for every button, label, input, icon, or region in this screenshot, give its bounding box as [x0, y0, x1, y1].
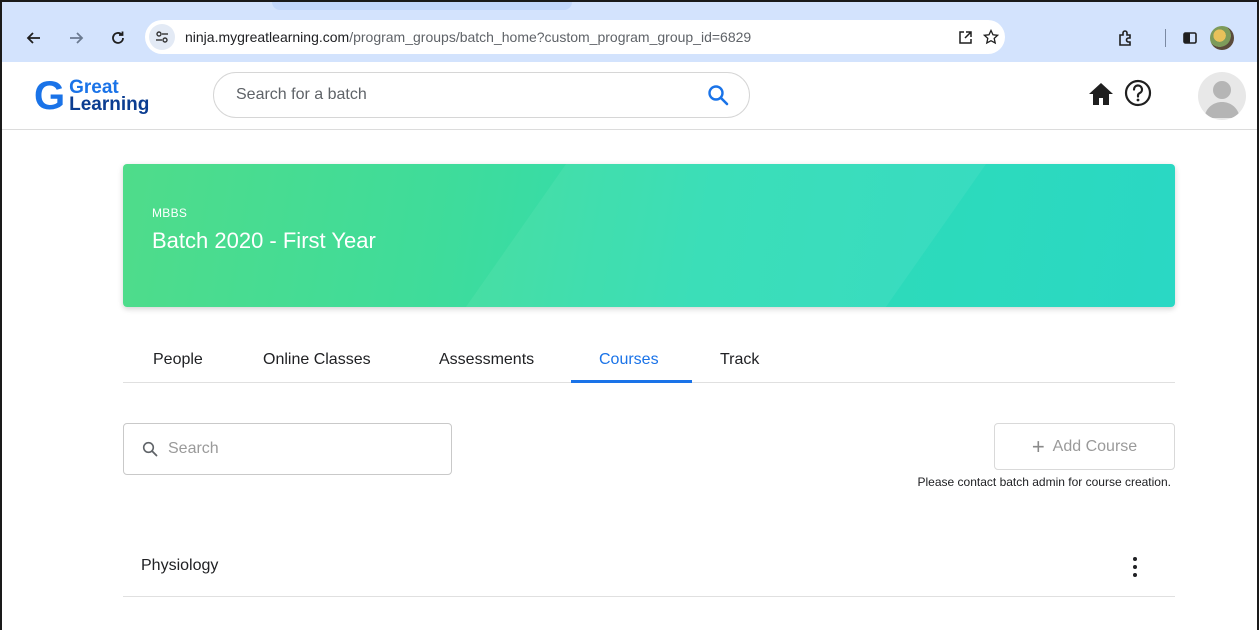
browser-profile-avatar[interactable]	[1210, 26, 1234, 50]
url-host: ninja.mygreatlearning.com	[185, 29, 350, 45]
more-vertical-icon-dot	[1133, 557, 1137, 561]
more-vertical-icon-dot	[1133, 573, 1137, 577]
bookmark-button[interactable]	[981, 27, 1001, 47]
search-icon	[142, 441, 158, 457]
banner-decoration	[397, 164, 1029, 307]
share-icon	[958, 30, 972, 44]
tab-online-classes[interactable]: Online Classes	[263, 342, 371, 383]
add-course-label: Add Course	[1052, 437, 1138, 455]
course-search-box	[123, 423, 452, 475]
more-vertical-icon-dot	[1133, 565, 1137, 569]
batch-search-button[interactable]	[707, 84, 729, 111]
url-path: /program_groups/batch_home?custom_progra…	[349, 29, 752, 45]
batch-search-box	[213, 72, 750, 118]
forward-button[interactable]	[64, 26, 88, 50]
reload-icon	[112, 31, 124, 44]
tune-icon	[156, 31, 168, 43]
batch-banner: MBBS Batch 2020 - First Year	[123, 164, 1175, 307]
back-arrow-icon	[26, 32, 40, 44]
toolbar-divider	[1165, 29, 1166, 47]
browser-toolbar: ninja.mygreatlearning.com/program_groups…	[2, 2, 1257, 62]
puzzle-icon	[1119, 30, 1131, 46]
help-circle-icon	[1124, 79, 1152, 107]
course-name: Physiology	[141, 557, 219, 574]
batch-search-input[interactable]	[236, 86, 676, 104]
search-icon	[708, 85, 729, 106]
help-button[interactable]	[1123, 78, 1153, 108]
star-icon	[983, 29, 999, 45]
logo-wordmark: Great Learning	[69, 78, 150, 115]
active-tab-indicator	[571, 380, 692, 383]
address-bar[interactable]: ninja.mygreatlearning.com/program_groups…	[145, 20, 1005, 54]
reload-button[interactable]	[106, 26, 130, 50]
add-course-button[interactable]: + Add Course	[994, 423, 1175, 470]
batch-title: Batch 2020 - First Year	[152, 228, 376, 253]
back-button[interactable]	[22, 26, 46, 50]
app-header: G Great Learning	[2, 62, 1257, 130]
tab-assessments[interactable]: Assessments	[439, 342, 534, 383]
side-panel-icon	[1183, 32, 1197, 44]
batch-tabs: People Online Classes Assessments Course…	[123, 342, 1175, 383]
course-search-input[interactable]	[168, 440, 428, 458]
tab-people[interactable]: People	[153, 342, 203, 383]
browser-tabstrip	[2, 2, 1257, 10]
user-avatar[interactable]	[1198, 72, 1246, 120]
tab-track[interactable]: Track	[720, 342, 759, 383]
course-creation-note: Please contact batch admin for course cr…	[917, 475, 1171, 489]
forward-arrow-icon	[70, 32, 84, 44]
browser-tab[interactable]	[272, 2, 572, 10]
side-panel-button[interactable]	[1178, 26, 1202, 50]
logo-line-2: Learning	[69, 94, 150, 115]
user-silhouette-icon	[1204, 81, 1240, 118]
screenshot-frame: ninja.mygreatlearning.com/program_groups…	[0, 0, 1259, 630]
share-button[interactable]	[955, 27, 975, 47]
tab-courses[interactable]: Courses	[599, 342, 659, 383]
home-icon	[1089, 83, 1113, 105]
program-name: MBBS	[152, 206, 188, 220]
url-text: ninja.mygreatlearning.com/program_groups…	[185, 29, 751, 45]
site-info-button[interactable]	[149, 24, 175, 50]
great-learning-logo[interactable]: G Great Learning	[34, 72, 149, 120]
course-list-item[interactable]: Physiology	[123, 537, 1175, 597]
plus-icon: +	[1031, 433, 1045, 459]
logo-mark: G	[34, 74, 66, 118]
course-options-button[interactable]	[1129, 555, 1141, 579]
extensions-button[interactable]	[1114, 26, 1138, 50]
home-button[interactable]	[1087, 80, 1115, 108]
